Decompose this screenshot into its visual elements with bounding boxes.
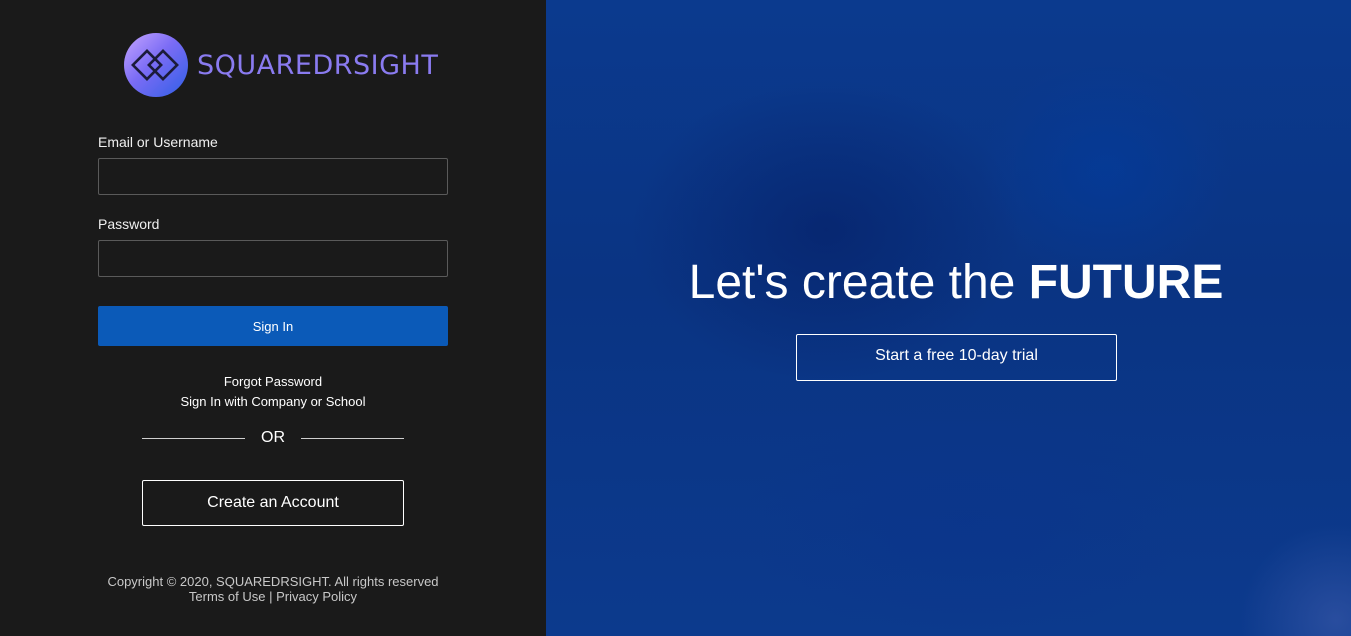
- sign-in-button[interactable]: Sign In: [98, 306, 448, 346]
- headline-prefix: Let's create the: [688, 256, 1029, 309]
- terms-of-use-link[interactable]: Terms of Use: [189, 589, 266, 604]
- password-label: Password: [98, 216, 160, 232]
- forgot-password-link[interactable]: Forgot Password: [98, 374, 448, 389]
- privacy-policy-link[interactable]: Privacy Policy: [276, 589, 357, 604]
- diamond-squares-icon: [124, 33, 188, 97]
- brand-logo[interactable]: SQUAREDRSIGHT: [124, 33, 438, 97]
- footer-separator: |: [269, 589, 273, 604]
- hero-panel: Let's create the FUTURE Start a free 10-…: [546, 0, 1351, 636]
- divider-line-right: [301, 438, 404, 439]
- email-label: Email or Username: [98, 134, 218, 150]
- login-panel: SQUAREDRSIGHT Email or Username Password…: [0, 0, 546, 636]
- sign-in-org-link[interactable]: Sign In with Company or School: [98, 394, 448, 409]
- email-input[interactable]: [98, 158, 448, 195]
- copyright-text: Copyright © 2020, SQUAREDRSIGHT. All rig…: [107, 574, 439, 589]
- password-input[interactable]: [98, 240, 448, 277]
- create-account-button[interactable]: Create an Account: [142, 480, 404, 526]
- headline-emphasis: FUTURE: [1028, 256, 1224, 309]
- hero-headline: Let's create the FUTURE: [546, 255, 1351, 310]
- free-trial-button[interactable]: Start a free 10-day trial: [796, 334, 1117, 381]
- brand-name: SQUAREDRSIGHT: [197, 49, 439, 81]
- footer-links: Terms of Use | Privacy Policy: [98, 589, 448, 604]
- or-divider: OR: [142, 428, 404, 448]
